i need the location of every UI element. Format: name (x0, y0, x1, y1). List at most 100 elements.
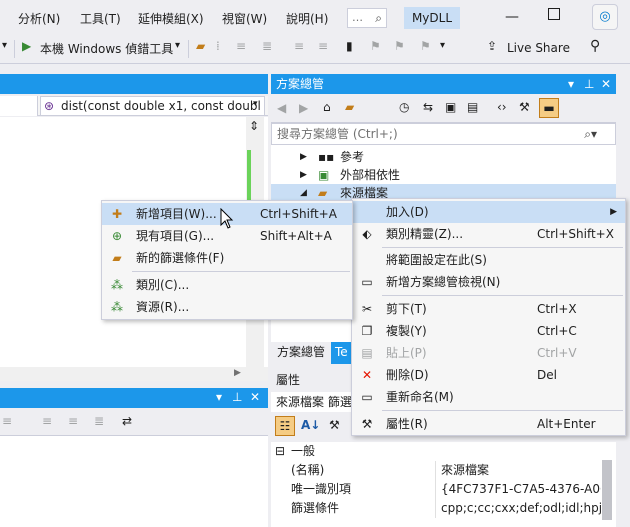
menu-extensions[interactable]: 延伸模組(X) (138, 10, 204, 27)
pin-icon[interactable]: ⊥ (232, 390, 242, 404)
properties-object-label: 來源檔案 篩選 (276, 395, 352, 409)
account-icon[interactable]: ⚲ (590, 38, 600, 54)
collapse-icon[interactable]: ⊟ (275, 442, 285, 461)
menu-item-delete[interactable]: ✕ 刪除(D) Del (352, 364, 625, 386)
menu-item-shortcut: Del (537, 368, 557, 382)
property-row[interactable]: 唯一識別項 {4FC737F1-C7A5-4376-A066 (271, 480, 616, 499)
menu-item-label: 新增項目(W)... (136, 207, 217, 221)
search-input[interactable]: … ⌕ (347, 8, 387, 28)
menu-item-class-wizard[interactable]: ⬖ 類別精靈(Z)... Ctrl+Shift+X (352, 223, 625, 245)
step-icon[interactable]: ⁞ (216, 39, 220, 53)
output-panel-content[interactable] (0, 436, 268, 527)
menu-item-label: 將範圍設定在此(S) (386, 253, 487, 267)
comment-icon[interactable]: ≡ (294, 39, 304, 53)
property-category[interactable]: ⊟ 一般 (271, 442, 616, 461)
menu-item-new-filter[interactable]: ▰ 新的篩選條件(F) (102, 247, 352, 269)
chevron-down-icon[interactable]: ▾ (253, 99, 258, 109)
maximize-button[interactable] (548, 8, 560, 20)
forward-icon[interactable]: ▶ (299, 101, 308, 115)
align-icon[interactable]: ≡ (42, 414, 52, 428)
browse-icon[interactable]: ▰ (196, 39, 205, 53)
sync-icon[interactable]: ⇆ (423, 100, 433, 114)
menu-item-new-view[interactable]: ▭ 新增方案總管檢視(N) (352, 271, 625, 293)
minimize-button[interactable]: — (505, 9, 519, 25)
menu-window[interactable]: 視窗(W) (222, 10, 267, 27)
back-icon[interactable]: ◀ (277, 101, 286, 115)
close-icon[interactable]: ✕ (250, 390, 260, 404)
view-code-icon[interactable]: ‹› (497, 100, 507, 114)
menu-item-add[interactable]: 加入(D) ▶ (352, 201, 625, 223)
overflow-icon[interactable]: ▾ (440, 40, 445, 51)
editor-function-dropdown[interactable]: ⊛ dist(const double x1, const doubl (40, 96, 265, 116)
format-icon[interactable]: ≣ (262, 39, 272, 53)
tree-item-label: 參考 (340, 150, 365, 164)
preview-selected-icon[interactable]: ▬ (539, 98, 559, 118)
menu-item-label: 資源(R)... (136, 300, 190, 314)
close-icon[interactable]: ✕ (601, 74, 611, 94)
show-all-files-icon[interactable]: ▤ (467, 100, 478, 114)
home-icon[interactable]: ⌂ (323, 100, 331, 114)
scroll-right-icon[interactable]: ▶ (234, 368, 241, 378)
chevron-down-icon[interactable]: ▾ (2, 40, 7, 51)
tab-team-explorer[interactable]: Te (331, 342, 352, 364)
property-value[interactable]: {4FC737F1-C7A5-4376-A066 (441, 480, 601, 499)
categorized-icon[interactable]: ☷ (275, 416, 295, 436)
property-value[interactable]: 來源檔案 (441, 461, 601, 480)
panel-menu-icon[interactable]: ▾ (216, 390, 222, 404)
play-icon[interactable]: ▶ (22, 39, 31, 53)
menu-item-paste[interactable]: ▤ 貼上(P) Ctrl+V (352, 342, 625, 364)
bookmark-clear-icon[interactable]: ⚑ (420, 39, 431, 53)
menu-item-rename[interactable]: ▭ 重新命名(M) (352, 386, 625, 408)
menu-item-cut[interactable]: ✂ 剪下(T) Ctrl+X (352, 298, 625, 320)
menu-item-shortcut: Alt+Enter (537, 417, 596, 431)
solution-explorer-search[interactable]: 搜尋方案總管 (Ctrl+;) ⌕▾ (271, 123, 616, 145)
menu-item-resource[interactable]: ⁂ 資源(R)... (102, 296, 352, 318)
expand-icon[interactable]: ▶ (300, 148, 307, 166)
property-value[interactable]: cpp;c;cc;cxx;def;odl;idl;hpj;b (441, 499, 601, 518)
menu-item-label: 屬性(R) (386, 417, 428, 431)
tab-solution-explorer[interactable]: 方案總管 (273, 342, 329, 364)
feedback-icon[interactable]: ◎ (592, 4, 618, 30)
run-dropdown-icon[interactable]: ▾ (175, 40, 180, 51)
property-divider (435, 480, 436, 499)
property-row[interactable]: (名稱) 來源檔案 (271, 461, 616, 480)
menu-item-class[interactable]: ⁂ 類別(C)... (102, 274, 352, 296)
property-pages-icon[interactable]: ⚒ (329, 418, 340, 432)
menu-tools[interactable]: 工具(T) (80, 10, 121, 27)
uncomment-icon[interactable]: ≡ (318, 39, 328, 53)
properties-scrollbar[interactable] (602, 460, 612, 520)
bookmark-icon[interactable]: ▮ (346, 39, 353, 53)
split-icon[interactable]: ⇕ (249, 119, 259, 133)
menu-separator (132, 271, 350, 272)
panel-menu-icon[interactable]: ▾ (568, 74, 574, 94)
property-category-label: 一般 (291, 444, 316, 458)
editor-scope-dropdown[interactable] (0, 96, 38, 116)
bookmark-prev-icon[interactable]: ⚑ (370, 39, 381, 53)
collapse-all-icon[interactable]: ▣ (445, 100, 456, 114)
menu-item-label: 新增方案總管檢視(N) (386, 275, 501, 289)
alphabetical-icon[interactable]: A↓ (301, 418, 320, 432)
menu-analyze[interactable]: 分析(N) (18, 10, 60, 27)
property-row[interactable]: 篩選條件 cpp;c;cc;cxx;def;odl;idl;hpj;b (271, 499, 616, 518)
align-icon[interactable]: ≡ (68, 414, 78, 428)
menu-item-scope-to-this[interactable]: 將範圍設定在此(S) (352, 249, 625, 271)
switch-views-icon[interactable]: ▰ (345, 100, 354, 114)
live-share-button[interactable]: Live Share (507, 41, 570, 55)
menu-item-shortcut: Ctrl+C (537, 324, 577, 338)
share-icon[interactable]: ⇪ (487, 39, 497, 53)
cut-icon: ✂ (361, 302, 373, 316)
expand-icon[interactable]: ▶ (300, 166, 307, 184)
menu-help[interactable]: 說明(H) (286, 10, 328, 27)
properties-wrench-icon[interactable]: ⚒ (519, 100, 530, 114)
editor-horizontal-scrollbar[interactable] (0, 367, 268, 381)
run-target-label[interactable]: 本機 Windows 偵錯工具 (40, 40, 173, 57)
menu-item-copy[interactable]: ❐ 複製(Y) Ctrl+C (352, 320, 625, 342)
wrap-icon[interactable]: ⇄ (122, 414, 132, 428)
pin-icon[interactable]: ⊥ (584, 74, 594, 94)
clear-icon[interactable]: ≣ (94, 414, 104, 428)
pending-changes-icon[interactable]: ◷ (399, 100, 409, 114)
bookmark-next-icon[interactable]: ⚑ (394, 39, 405, 53)
indent-icon[interactable]: ≡ (236, 39, 246, 53)
filter-icon[interactable]: ≡ (2, 414, 12, 428)
menu-item-properties[interactable]: ⚒ 屬性(R) Alt+Enter (352, 413, 625, 435)
